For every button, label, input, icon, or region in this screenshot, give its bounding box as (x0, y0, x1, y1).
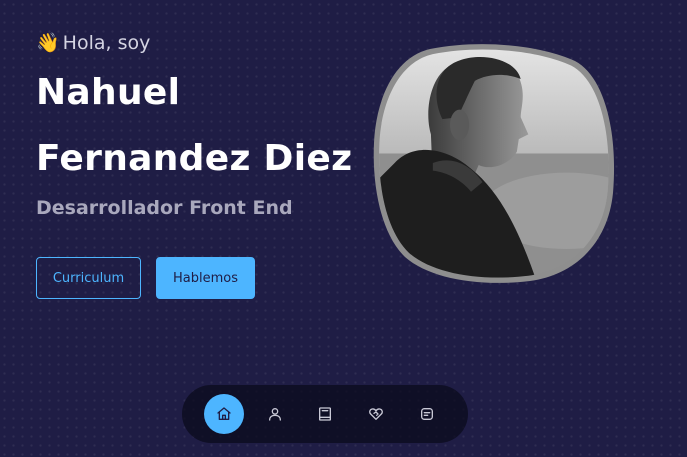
user-icon (269, 408, 281, 421)
greeting-text: Hola, soy (62, 31, 151, 54)
role-title: Desarrollador Front End (36, 197, 293, 219)
heart-handshake-icon (369, 408, 383, 420)
waving-hand-icon: 👋 (36, 32, 60, 54)
name-first: Nahuel (36, 72, 181, 113)
nav-contact[interactable] (408, 395, 446, 433)
profile-photo (370, 43, 616, 285)
nav-about[interactable] (256, 395, 294, 433)
book-icon (319, 407, 331, 421)
message-icon (421, 408, 433, 420)
nav-home[interactable] (204, 394, 244, 434)
home-icon (217, 407, 231, 420)
name-last: Fernandez Diez (36, 138, 353, 179)
nav-experience[interactable] (306, 395, 344, 433)
curriculum-button[interactable]: Curriculum (36, 257, 141, 299)
contact-button[interactable]: Hablemos (156, 257, 255, 299)
bottom-nav (182, 385, 468, 443)
nav-services[interactable] (357, 395, 395, 433)
greeting: 👋 Hola, soy (36, 31, 151, 55)
